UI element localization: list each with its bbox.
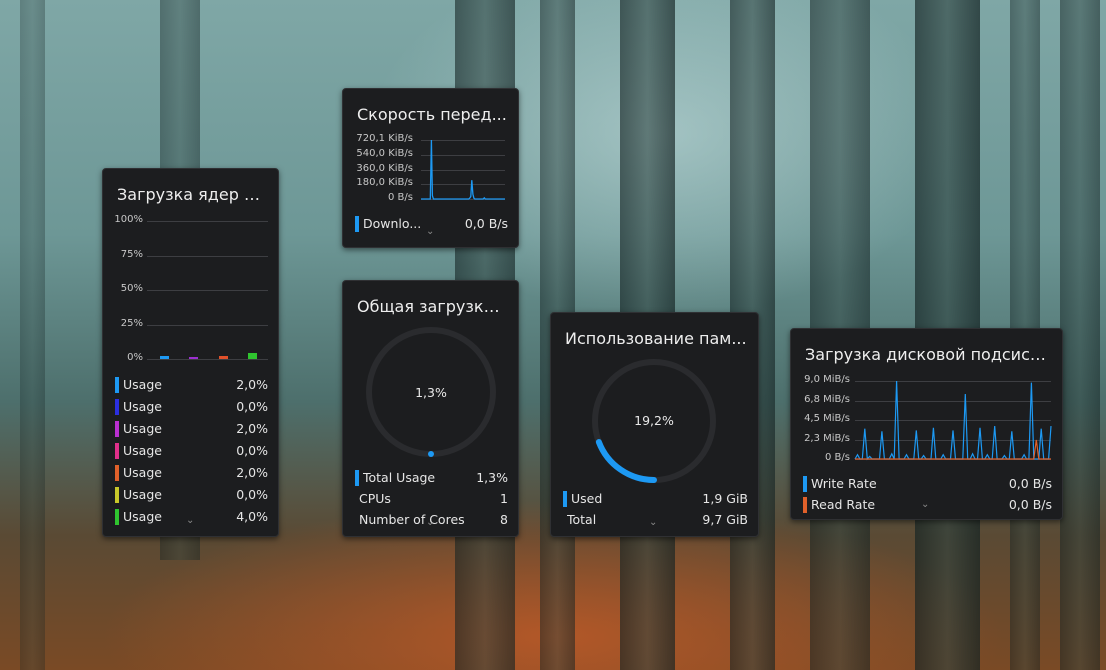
y-tick-label: 6,8 MiB/s xyxy=(804,393,850,405)
legend-value: 2,0% xyxy=(236,421,268,436)
legend-label: Usage xyxy=(123,487,162,502)
gauge-fill xyxy=(428,451,434,457)
legend-value: 1,3% xyxy=(476,470,508,485)
grid-line xyxy=(147,255,268,257)
legend-value: 2,0% xyxy=(236,465,268,480)
y-tick-label: 0 B/s xyxy=(825,452,850,463)
legend-value: 0,0% xyxy=(236,443,268,458)
chevron-down-icon[interactable]: ⌄ xyxy=(426,517,434,528)
y-tick-label: 9,0 MiB/s xyxy=(804,374,850,385)
legend-label: Usage xyxy=(123,421,162,436)
legend-row: Usage 2,0% xyxy=(115,376,268,394)
legend-value: 4,0% xyxy=(236,509,268,524)
legend-label: Total Usage xyxy=(363,470,436,485)
chevron-down-icon[interactable]: ⌄ xyxy=(921,499,929,510)
y-tick-label: 720,1 KiB/s xyxy=(356,133,413,144)
legend-swatch xyxy=(803,476,807,492)
legend-row: Usage 2,0% xyxy=(115,420,268,438)
legend-value: 1 xyxy=(500,491,508,506)
y-tick-label: 540,0 KiB/s xyxy=(356,147,413,159)
legend-swatch xyxy=(563,491,567,507)
widget-title: Использование пам... xyxy=(565,329,747,348)
legend-swatch xyxy=(803,497,807,513)
legend-swatch xyxy=(115,377,119,393)
widget-title: Скорость перед... xyxy=(357,105,507,124)
y-tick-label: 100% xyxy=(114,214,143,225)
widget-title: Загрузка ядер ЦП xyxy=(117,185,268,204)
legend-label: Usage xyxy=(123,443,162,458)
network-speed-widget[interactable]: Скорость перед... 720,1 KiB/s 540,0 KiB/s… xyxy=(342,88,519,248)
legend-row: CPUs 1 xyxy=(355,490,508,508)
widget-title: Загрузка дисковой подсист... xyxy=(805,345,1052,364)
legend-swatch xyxy=(115,421,119,437)
disk-line-chart xyxy=(854,380,1052,461)
chevron-down-icon[interactable]: ⌄ xyxy=(649,517,657,528)
disk-io-widget[interactable]: Загрузка дисковой подсист... 9,0 MiB/s 6,… xyxy=(790,328,1063,520)
legend-swatch xyxy=(115,509,119,525)
legend-label: Total xyxy=(567,512,597,527)
legend-label: Number of Cores xyxy=(359,512,465,527)
legend-value: 0,0% xyxy=(236,399,268,414)
legend-swatch xyxy=(115,443,119,459)
legend-value: 0,0% xyxy=(236,487,268,502)
y-tick-label: 0 B/s xyxy=(388,192,413,203)
legend-value: 8 xyxy=(500,512,508,527)
cpu-bar xyxy=(218,356,228,359)
legend-row: Total Usage 1,3% xyxy=(355,469,508,487)
legend-row: Usage 2,0% xyxy=(115,464,268,482)
y-tick-label: 360,0 KiB/s xyxy=(356,162,413,174)
gauge-fill xyxy=(595,439,657,483)
legend-swatch xyxy=(355,216,359,232)
gauge-value-label: 19,2% xyxy=(634,413,674,428)
legend-label: CPUs xyxy=(359,491,391,506)
legend-swatch xyxy=(115,487,119,503)
cpu-bar xyxy=(189,356,199,359)
legend-label: Read Rate xyxy=(811,497,876,512)
write-rate-line xyxy=(854,380,1052,461)
legend-row: Used 1,9 GiB xyxy=(563,490,748,508)
legend-value: 1,9 GiB xyxy=(702,491,748,506)
y-tick-label: 75% xyxy=(120,248,143,260)
memory-widget[interactable]: Использование пам... 19,2% Used 1,9 GiB To… xyxy=(550,312,759,537)
grid-line xyxy=(147,221,268,222)
chevron-down-icon[interactable]: ⌄ xyxy=(426,226,434,237)
grid-line xyxy=(147,324,268,326)
y-tick-label: 50% xyxy=(120,283,143,294)
y-tick-label: 0% xyxy=(127,352,143,363)
download-series-line xyxy=(421,139,505,200)
gauge-value-label: 1,3% xyxy=(415,385,447,400)
grid-line xyxy=(147,359,268,360)
y-tick-label: 2,3 MiB/s xyxy=(804,432,850,444)
widget-title: Общая загрузка ... xyxy=(357,297,508,316)
legend-value: 0,0 B/s xyxy=(1008,476,1052,491)
legend-value: 0,0 B/s xyxy=(1008,497,1052,512)
legend-swatch xyxy=(355,470,359,486)
y-tick-label: 180,0 KiB/s xyxy=(356,177,413,189)
legend-label: Usage xyxy=(123,465,162,480)
legend-label: Usage xyxy=(123,399,162,414)
legend-value: 0,0 B/s xyxy=(464,216,508,231)
y-tick-label: 4,5 MiB/s xyxy=(804,413,850,424)
grid-line xyxy=(147,290,268,291)
cpu-total-widget[interactable]: Общая загрузка ... 1,3% Total Usage 1,3% C… xyxy=(342,280,519,537)
chevron-down-icon[interactable]: ⌄ xyxy=(186,515,194,526)
network-line-chart xyxy=(421,139,505,200)
cpu-bar xyxy=(159,356,169,359)
y-tick-label: 25% xyxy=(120,317,143,329)
legend-label: Used xyxy=(571,491,603,506)
legend-row: Usage 0,0% xyxy=(115,486,268,504)
legend-label: Usage xyxy=(123,509,162,524)
legend-row: Usage 0,0% xyxy=(115,442,268,460)
legend-label: Write Rate xyxy=(811,476,877,491)
legend-swatch xyxy=(115,399,119,415)
legend-label: Downlo... xyxy=(363,216,422,231)
legend-value: 9,7 GiB xyxy=(702,512,748,527)
legend-label: Usage xyxy=(123,377,162,392)
legend-row: Usage 0,0% xyxy=(115,398,268,416)
legend-row: Write Rate 0,0 B/s xyxy=(803,475,1052,493)
legend-swatch xyxy=(115,465,119,481)
cpu-cores-widget[interactable]: Загрузка ядер ЦП 100% 75% 50% 25% 0% Usage 2,… xyxy=(102,168,279,537)
cpu-bar xyxy=(248,353,258,359)
legend-value: 2,0% xyxy=(236,377,268,392)
